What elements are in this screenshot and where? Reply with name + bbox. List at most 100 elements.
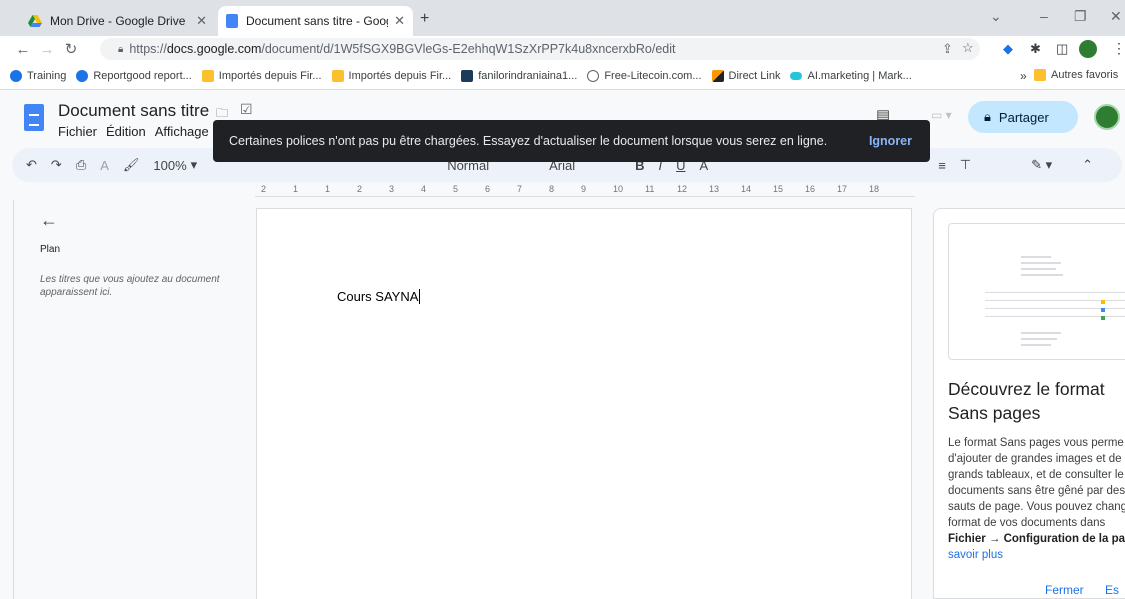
ruler-tick-label: 17 (837, 184, 848, 194)
ruler-tick-label: 16 (805, 184, 816, 194)
restore-icon[interactable]: ❐ (1074, 8, 1087, 25)
litecoin-icon (587, 69, 600, 82)
menu-file[interactable]: Fichier (58, 124, 97, 139)
bookmark-litecoin[interactable]: Free-Litecoin.com... (587, 69, 702, 82)
tab-title: Mon Drive - Google Drive (50, 14, 186, 28)
bookmark-ai-marketing[interactable]: AI.marketing | Mark... (790, 69, 912, 82)
menu-bar: Fichier Édition Affichage (58, 124, 209, 139)
bookmark-folder[interactable]: Importés depuis Fir... (331, 69, 452, 82)
document-text[interactable]: Cours SAYNA (337, 289, 421, 304)
tab-search-icon[interactable]: ⌄ (990, 8, 1002, 25)
lock-icon: 🔒︎ (118, 43, 124, 55)
menu-view[interactable]: Affichage (155, 124, 209, 139)
chart-icon (461, 69, 474, 82)
bookmark-label: AI.marketing | Mark... (807, 69, 912, 82)
bookmark-label: fanilorindraniaina1... (478, 69, 578, 82)
bookmark-folder[interactable]: Importés depuis Fir... (201, 69, 322, 82)
pageless-promo-panel: Découvrez le format Sans pages Le format… (933, 208, 1125, 599)
doc-status-icon[interactable]: ☑ (240, 101, 253, 118)
promo-body: Le format Sans pages vous perme d'ajoute… (948, 435, 1125, 563)
extensions-puzzle-icon[interactable]: ✱ (1030, 41, 1041, 57)
tab-title: Document sans titre - Google Do (246, 14, 388, 28)
toast-message: Certaines polices n'ont pas pu être char… (229, 134, 828, 148)
url-path: /document/d/1W5fSGX9BGVleGs-E2ehhqW1SzXr… (261, 42, 676, 56)
horizontal-ruler[interactable]: 2 1 1 2 3 4 5 6 7 8 9 10 11 12 13 14 15 16 17 18 (255, 182, 915, 200)
outline-hint: Les titres que vous ajoutez au document … (40, 274, 220, 298)
promo-body-line: grands tableaux, et de consulter le (948, 469, 1124, 481)
account-avatar[interactable] (1094, 104, 1120, 130)
close-tab-icon[interactable]: ✕ (196, 13, 207, 29)
ruler-tick-label: 11 (645, 184, 655, 194)
back-icon[interactable]: ← (12, 41, 34, 58)
bookmark-star-icon[interactable]: ☆ (962, 40, 974, 56)
bookmark-fanilo[interactable]: fanilorindraniaina1... (461, 69, 578, 82)
learn-more-link[interactable]: savoir plus (948, 547, 1125, 563)
document-title[interactable]: Document sans titre (58, 101, 209, 121)
ruler-tick-label: 3 (389, 184, 395, 194)
ruler-tick-label: 4 (421, 184, 427, 194)
bookmark-direct-link[interactable]: Direct Link (711, 69, 780, 82)
lock-icon: 🔒︎ (984, 109, 991, 124)
spellcheck-icon[interactable]: A (100, 158, 109, 173)
direct-link-icon (711, 69, 724, 82)
profile-avatar[interactable] (1079, 40, 1097, 58)
ruler-tick-label: 10 (613, 184, 624, 194)
document-page[interactable]: Cours SAYNA (256, 208, 912, 599)
browser-toolbar: ← → ↻ 🔒︎ https://docs.google.com/documen… (0, 36, 1125, 62)
close-tab-icon[interactable]: ✕ (394, 13, 405, 29)
folder-icon (331, 69, 344, 82)
collapse-menus-icon[interactable]: ⌃ (1082, 157, 1093, 173)
undo-icon[interactable]: ↶ (26, 157, 37, 173)
share-button[interactable]: 🔒︎ Partager (968, 101, 1078, 133)
close-window-icon[interactable]: ✕ (1110, 8, 1122, 25)
close-promo-button[interactable]: Fermer (1045, 583, 1084, 597)
minimize-icon[interactable]: – (1040, 8, 1048, 24)
forward-icon[interactable]: → (36, 41, 58, 58)
url-prefix: https:// (129, 42, 167, 56)
ruler-tick-label: 5 (453, 184, 459, 194)
redo-icon[interactable]: ↷ (51, 157, 62, 173)
promo-body-line: sauts de page. Vous pouvez chang (948, 501, 1125, 513)
meet-icon[interactable]: ▭ ▾ (931, 108, 952, 122)
clear-format-icon[interactable]: ⊤ (960, 157, 971, 173)
share-page-icon[interactable]: ⇪ (942, 41, 953, 57)
vertical-ruler[interactable] (0, 200, 14, 599)
editing-mode-icon[interactable]: ✎ ▾ (1031, 157, 1052, 173)
promo-body-bold: Fichier → Configuration de la page (948, 533, 1125, 545)
print-icon[interactable]: ⎙ (76, 157, 86, 173)
bookmark-label: Autres favoris (1051, 69, 1119, 81)
ruler-tick-label: 13 (709, 184, 720, 194)
close-outline-icon[interactable]: ← (40, 210, 58, 231)
align-icon[interactable]: ≡ (938, 158, 946, 173)
browser-menu-icon[interactable]: ⋮ (1112, 40, 1125, 57)
bookmark-label: Importés depuis Fir... (348, 69, 452, 82)
ignore-button[interactable]: Ignorer (869, 134, 912, 148)
more-bookmarks-button[interactable]: » (1020, 69, 1027, 83)
new-tab-icon[interactable]: + (420, 10, 429, 28)
bookmark-reportgood[interactable]: Reportgood report... (76, 69, 192, 82)
tab-google-drive[interactable]: Mon Drive - Google Drive ✕ (20, 6, 215, 36)
url-host: docs.google.com (166, 42, 262, 56)
extension-icon[interactable]: ◆ (1003, 41, 1013, 57)
promo-body-line: d'ajouter de grandes images et de (948, 453, 1122, 465)
chevron-down-icon: ▾ (190, 157, 198, 172)
address-bar[interactable]: 🔒︎ https://docs.google.com/document/d/1W… (100, 38, 980, 60)
bookmark-training[interactable]: Training (10, 69, 66, 82)
folder-icon (201, 69, 214, 82)
bookmark-label: Free-Litecoin.com... (604, 69, 702, 82)
promo-body-line: documents sans être gêné par des (948, 485, 1125, 497)
zoom-select[interactable]: 100% (153, 158, 186, 173)
menu-edit[interactable]: Édition (106, 124, 146, 139)
paint-format-icon[interactable]: 🖌︎ (123, 157, 140, 173)
outline-title: Plan (40, 244, 61, 255)
google-docs-icon (226, 14, 238, 28)
ruler-tick-label: 7 (517, 184, 523, 194)
docs-home-icon[interactable] (24, 104, 44, 131)
reload-icon[interactable]: ↻ (60, 40, 82, 58)
font-loading-toast: Certaines polices n'ont pas pu être char… (213, 120, 930, 162)
ruler-tick-label: 18 (869, 184, 880, 194)
try-promo-button[interactable]: Es (1105, 583, 1119, 597)
other-bookmarks[interactable]: Autres favoris (1034, 69, 1118, 81)
side-panel-icon[interactable]: ◫ (1056, 41, 1068, 57)
tab-google-docs[interactable]: Document sans titre - Google Do ✕ (218, 6, 413, 36)
